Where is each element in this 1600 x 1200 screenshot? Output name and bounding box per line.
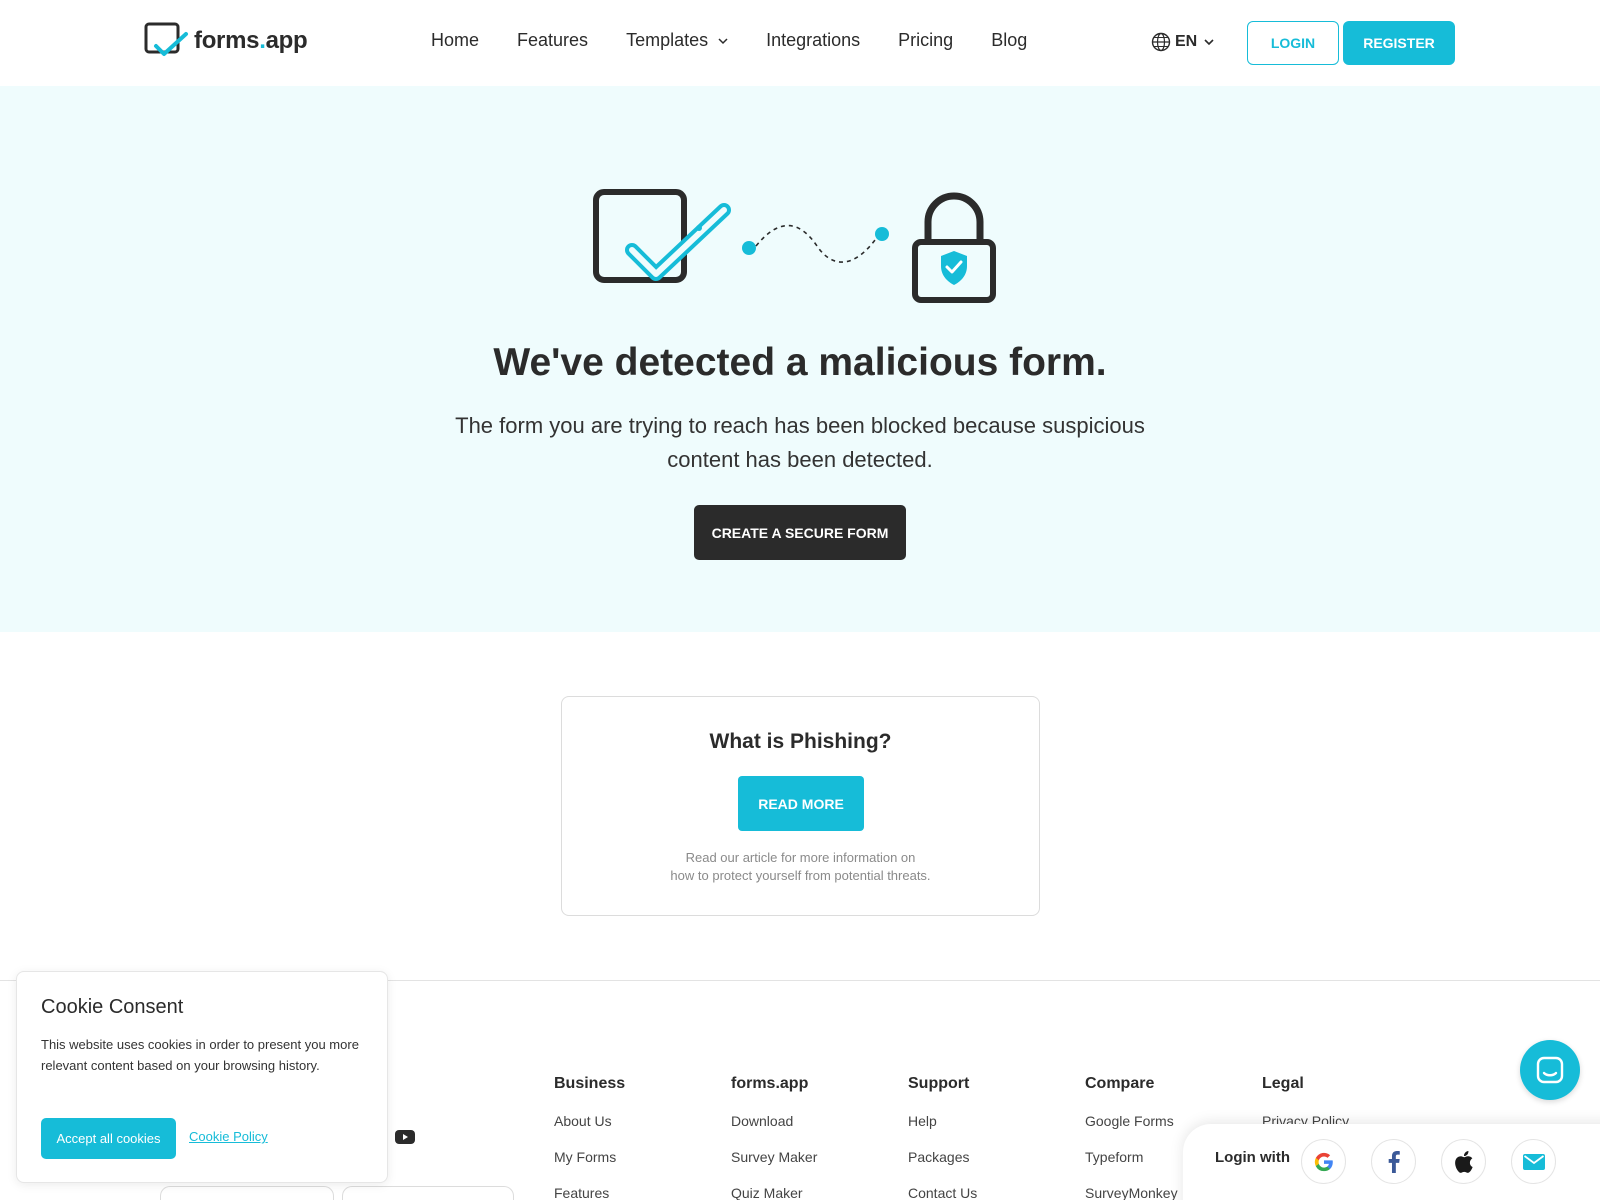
youtube-icon[interactable] xyxy=(395,1130,415,1144)
language-label: EN xyxy=(1175,33,1198,50)
card-title: What is Phishing? xyxy=(709,730,892,753)
phishing-info-card: What is Phishing? READ MORE Read our art… xyxy=(561,696,1040,916)
app-store-badge[interactable] xyxy=(160,1186,334,1200)
footer-link[interactable]: Help xyxy=(908,1113,977,1129)
login-button[interactable]: LOGIN xyxy=(1247,21,1339,65)
card-note: Read our article for more information on… xyxy=(562,849,1039,885)
read-more-button[interactable]: READ MORE xyxy=(738,776,864,831)
footer-link[interactable]: About Us xyxy=(554,1113,625,1129)
main-nav: Home Features Templates Integrations Pri… xyxy=(431,30,1065,51)
cookie-consent-dialog: Cookie Consent This website uses cookies… xyxy=(16,971,388,1183)
facebook-login-button[interactable] xyxy=(1371,1139,1416,1184)
site-header: forms.app Home Features Templates Integr… xyxy=(0,0,1600,86)
footer-link[interactable]: SurveyMonkey xyxy=(1085,1185,1178,1200)
language-selector[interactable]: EN xyxy=(1151,32,1219,52)
footer-heading: forms.app xyxy=(731,1075,809,1092)
login-with-label: Login with xyxy=(1215,1149,1290,1166)
lock-icon xyxy=(912,192,996,303)
social-login-panel: Login with xyxy=(1183,1124,1600,1200)
hero-title: We've detected a malicious form. xyxy=(493,341,1107,384)
cookie-title: Cookie Consent xyxy=(41,996,184,1018)
footer-col-compare: Compare Google Forms Typeform SurveyMonk… xyxy=(1085,1075,1178,1200)
footer-col-business: Business About Us My Forms Features xyxy=(554,1075,625,1200)
create-secure-form-button[interactable]: CREATE A SECURE FORM xyxy=(694,505,906,560)
logo-icon xyxy=(144,22,188,56)
nav-integrations[interactable]: Integrations xyxy=(766,30,860,51)
nav-home[interactable]: Home xyxy=(431,30,479,51)
chat-launcher-button[interactable] xyxy=(1520,1040,1580,1100)
form-check-icon xyxy=(593,189,731,283)
google-login-button[interactable] xyxy=(1301,1139,1346,1184)
cookie-policy-link[interactable]: Cookie Policy xyxy=(189,1129,268,1144)
play-store-badge[interactable] xyxy=(342,1186,514,1200)
footer-link[interactable]: My Forms xyxy=(554,1149,625,1165)
footer-link[interactable]: Packages xyxy=(908,1149,977,1165)
footer-heading: Business xyxy=(554,1075,626,1092)
register-button[interactable]: REGISTER xyxy=(1343,21,1455,65)
footer-col-support: Support Help Packages Contact Us xyxy=(908,1075,977,1200)
nav-blog[interactable]: Blog xyxy=(991,30,1027,51)
footer-link[interactable]: Contact Us xyxy=(908,1185,977,1200)
apple-icon xyxy=(1454,1150,1473,1173)
google-icon xyxy=(1314,1152,1333,1171)
card-note-line-1: Read our article for more information on xyxy=(685,850,916,865)
accept-cookies-button[interactable]: Accept all cookies xyxy=(41,1118,176,1159)
footer-link[interactable]: Typeform xyxy=(1085,1149,1178,1165)
footer-col-formsapp: forms.app Download Survey Maker Quiz Mak… xyxy=(731,1075,817,1200)
footer-heading: Compare xyxy=(1085,1075,1155,1092)
footer-link[interactable]: Quiz Maker xyxy=(731,1185,817,1200)
footer-link[interactable]: Features xyxy=(554,1185,625,1200)
logo-text: forms.app xyxy=(194,27,308,54)
form-to-lock-illustration xyxy=(593,189,996,303)
facebook-icon xyxy=(1388,1150,1400,1173)
nav-templates-label: Templates xyxy=(626,30,709,50)
chevron-down-icon xyxy=(718,37,728,44)
hero-subtitle: The form you are trying to reach has bee… xyxy=(455,413,1145,472)
footer-link[interactable]: Google Forms xyxy=(1085,1113,1178,1129)
email-login-button[interactable] xyxy=(1511,1139,1556,1184)
apple-login-button[interactable] xyxy=(1441,1139,1486,1184)
globe-icon xyxy=(1151,32,1171,52)
nav-features[interactable]: Features xyxy=(517,30,588,51)
chat-icon xyxy=(1536,1056,1564,1084)
logo[interactable]: forms.app xyxy=(144,22,308,60)
hero-section: We've detected a malicious form. The for… xyxy=(0,86,1600,632)
footer-heading: Support xyxy=(908,1075,970,1092)
footer-link[interactable]: Survey Maker xyxy=(731,1149,817,1165)
email-icon xyxy=(1522,1153,1545,1170)
card-note-line-2: how to protect yourself from potential t… xyxy=(670,868,931,883)
chevron-down-icon xyxy=(1204,39,1214,46)
footer-link[interactable]: Download xyxy=(731,1113,817,1129)
path-start-dot xyxy=(742,241,756,255)
nav-pricing[interactable]: Pricing xyxy=(898,30,953,51)
nav-templates[interactable]: Templates xyxy=(626,30,728,51)
cookie-text: This website uses cookies in order to pr… xyxy=(41,1037,359,1073)
footer-heading: Legal xyxy=(1262,1075,1304,1092)
path-end-dot xyxy=(875,227,889,241)
